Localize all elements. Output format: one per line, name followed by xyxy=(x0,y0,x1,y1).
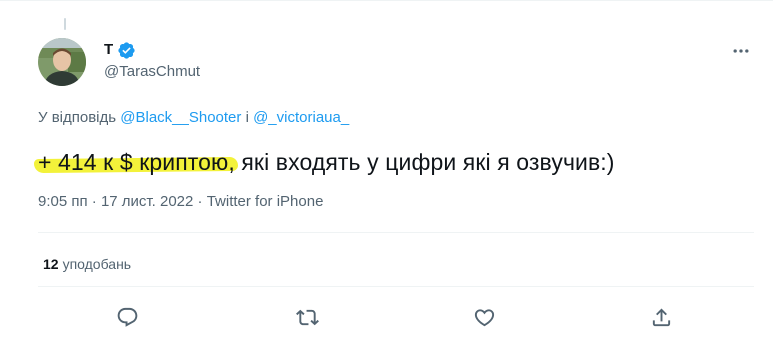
tweet-time[interactable]: 9:05 пп xyxy=(38,193,88,210)
highlighted-text: + 414 к $ криптою, xyxy=(38,149,235,175)
mention-link[interactable]: @_victoriaua_ xyxy=(253,109,349,126)
tweet-meta: 9:05 пп · 17 лист. 2022 · Twitter for iP… xyxy=(38,192,323,212)
user-handle[interactable]: @TarasChmut xyxy=(104,62,200,82)
avatar[interactable] xyxy=(38,38,86,86)
reply-icon xyxy=(117,307,137,327)
share-button[interactable] xyxy=(648,304,674,330)
user-name-row[interactable]: Т xyxy=(104,40,136,60)
tweet-detail: Т @TarasChmut У відповідь @Black__Shoote… xyxy=(0,0,773,348)
more-options-icon[interactable] xyxy=(728,38,754,64)
meta-separator: · xyxy=(193,193,207,210)
likes-label: уподобань xyxy=(62,256,132,272)
display-name[interactable]: Т xyxy=(104,40,113,60)
divider xyxy=(38,232,754,233)
replying-to: У відповідь @Black__Shooter і @_victoria… xyxy=(38,108,349,128)
heart-icon xyxy=(474,308,494,326)
divider xyxy=(38,286,754,287)
tweet-text: + 414 к $ криптою, які входять у цифри я… xyxy=(38,146,615,178)
tweet-date[interactable]: 17 лист. 2022 xyxy=(101,193,193,210)
like-button[interactable] xyxy=(471,304,497,330)
avatar-photo xyxy=(38,38,86,86)
replying-to-joiner: і xyxy=(241,109,254,126)
mention-link[interactable]: @Black__Shooter xyxy=(120,109,241,126)
retweet-button[interactable] xyxy=(294,304,320,330)
likes-count: 12 xyxy=(43,256,59,272)
likes-stat[interactable]: 12 уподобань xyxy=(43,255,131,273)
tweet-source[interactable]: Twitter for iPhone xyxy=(207,193,324,210)
retweet-icon xyxy=(295,309,319,325)
thread-connector-line xyxy=(64,18,66,30)
reply-button[interactable] xyxy=(114,304,140,330)
verified-badge-icon xyxy=(117,41,136,60)
meta-separator: · xyxy=(87,193,101,210)
replying-to-prefix: У відповідь xyxy=(38,109,121,126)
tweet-text-rest: які входять у цифри які я озвучив:) xyxy=(234,149,615,175)
top-border xyxy=(0,0,773,1)
share-icon xyxy=(652,307,670,326)
